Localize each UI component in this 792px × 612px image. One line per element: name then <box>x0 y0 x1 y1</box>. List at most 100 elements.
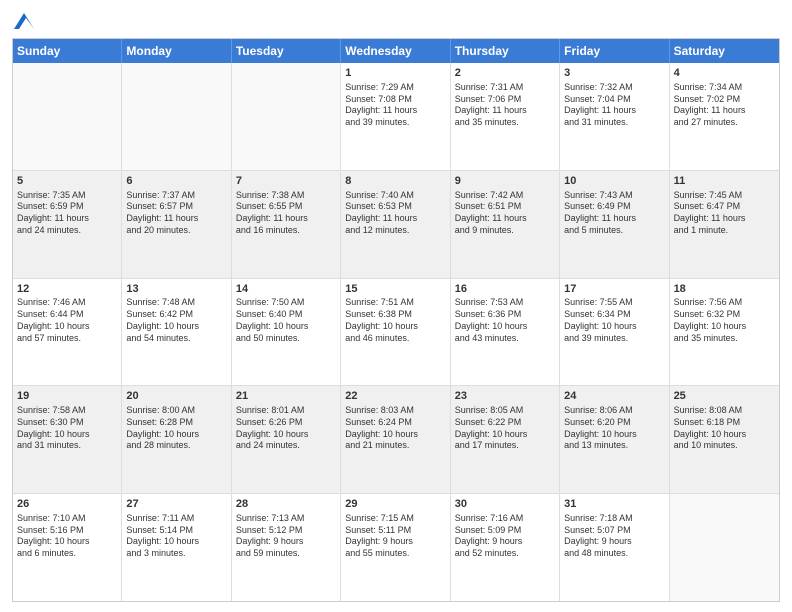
calendar-cell: 18Sunrise: 7:56 AM Sunset: 6:32 PM Dayli… <box>670 279 779 386</box>
cell-info: Sunrise: 7:53 AM Sunset: 6:36 PM Dayligh… <box>455 297 555 344</box>
cell-info: Sunrise: 7:42 AM Sunset: 6:51 PM Dayligh… <box>455 190 555 237</box>
calendar-cell: 2Sunrise: 7:31 AM Sunset: 7:06 PM Daylig… <box>451 63 560 170</box>
day-number: 20 <box>126 389 226 404</box>
calendar-row-2: 5Sunrise: 7:35 AM Sunset: 6:59 PM Daylig… <box>13 170 779 278</box>
day-number: 8 <box>345 174 445 189</box>
logo-icon <box>14 13 34 29</box>
day-number: 4 <box>674 66 775 81</box>
cell-info: Sunrise: 7:46 AM Sunset: 6:44 PM Dayligh… <box>17 297 117 344</box>
cell-info: Sunrise: 7:56 AM Sunset: 6:32 PM Dayligh… <box>674 297 775 344</box>
cell-info: Sunrise: 8:08 AM Sunset: 6:18 PM Dayligh… <box>674 405 775 452</box>
calendar-body: 1Sunrise: 7:29 AM Sunset: 7:08 PM Daylig… <box>13 63 779 601</box>
day-number: 15 <box>345 282 445 297</box>
calendar-cell: 28Sunrise: 7:13 AM Sunset: 5:12 PM Dayli… <box>232 494 341 601</box>
cell-info: Sunrise: 7:34 AM Sunset: 7:02 PM Dayligh… <box>674 82 775 129</box>
cell-info: Sunrise: 8:05 AM Sunset: 6:22 PM Dayligh… <box>455 405 555 452</box>
calendar-cell: 10Sunrise: 7:43 AM Sunset: 6:49 PM Dayli… <box>560 171 669 278</box>
day-number: 16 <box>455 282 555 297</box>
calendar-cell <box>232 63 341 170</box>
calendar-cell: 25Sunrise: 8:08 AM Sunset: 6:18 PM Dayli… <box>670 386 779 493</box>
calendar: SundayMondayTuesdayWednesdayThursdayFrid… <box>12 38 780 602</box>
cell-info: Sunrise: 8:00 AM Sunset: 6:28 PM Dayligh… <box>126 405 226 452</box>
calendar-cell: 14Sunrise: 7:50 AM Sunset: 6:40 PM Dayli… <box>232 279 341 386</box>
calendar-row-4: 19Sunrise: 7:58 AM Sunset: 6:30 PM Dayli… <box>13 385 779 493</box>
cell-info: Sunrise: 7:40 AM Sunset: 6:53 PM Dayligh… <box>345 190 445 237</box>
cell-info: Sunrise: 8:03 AM Sunset: 6:24 PM Dayligh… <box>345 405 445 452</box>
calendar-cell: 11Sunrise: 7:45 AM Sunset: 6:47 PM Dayli… <box>670 171 779 278</box>
calendar-cell: 6Sunrise: 7:37 AM Sunset: 6:57 PM Daylig… <box>122 171 231 278</box>
calendar-cell: 13Sunrise: 7:48 AM Sunset: 6:42 PM Dayli… <box>122 279 231 386</box>
cell-info: Sunrise: 7:58 AM Sunset: 6:30 PM Dayligh… <box>17 405 117 452</box>
day-number: 1 <box>345 66 445 81</box>
cell-info: Sunrise: 7:37 AM Sunset: 6:57 PM Dayligh… <box>126 190 226 237</box>
calendar-cell: 26Sunrise: 7:10 AM Sunset: 5:16 PM Dayli… <box>13 494 122 601</box>
weekday-header-wednesday: Wednesday <box>341 39 450 63</box>
calendar-cell: 8Sunrise: 7:40 AM Sunset: 6:53 PM Daylig… <box>341 171 450 278</box>
day-number: 28 <box>236 497 336 512</box>
calendar-cell: 30Sunrise: 7:16 AM Sunset: 5:09 PM Dayli… <box>451 494 560 601</box>
day-number: 23 <box>455 389 555 404</box>
cell-info: Sunrise: 7:32 AM Sunset: 7:04 PM Dayligh… <box>564 82 664 129</box>
day-number: 9 <box>455 174 555 189</box>
calendar-header: SundayMondayTuesdayWednesdayThursdayFrid… <box>13 39 779 63</box>
cell-info: Sunrise: 7:35 AM Sunset: 6:59 PM Dayligh… <box>17 190 117 237</box>
calendar-cell: 1Sunrise: 7:29 AM Sunset: 7:08 PM Daylig… <box>341 63 450 170</box>
day-number: 7 <box>236 174 336 189</box>
cell-info: Sunrise: 7:55 AM Sunset: 6:34 PM Dayligh… <box>564 297 664 344</box>
cell-info: Sunrise: 7:18 AM Sunset: 5:07 PM Dayligh… <box>564 513 664 560</box>
weekday-header-friday: Friday <box>560 39 669 63</box>
weekday-header-saturday: Saturday <box>670 39 779 63</box>
weekday-header-sunday: Sunday <box>13 39 122 63</box>
day-number: 18 <box>674 282 775 297</box>
cell-info: Sunrise: 7:29 AM Sunset: 7:08 PM Dayligh… <box>345 82 445 129</box>
calendar-row-5: 26Sunrise: 7:10 AM Sunset: 5:16 PM Dayli… <box>13 493 779 601</box>
calendar-cell: 23Sunrise: 8:05 AM Sunset: 6:22 PM Dayli… <box>451 386 560 493</box>
cell-info: Sunrise: 7:50 AM Sunset: 6:40 PM Dayligh… <box>236 297 336 344</box>
calendar-cell: 4Sunrise: 7:34 AM Sunset: 7:02 PM Daylig… <box>670 63 779 170</box>
calendar-cell: 5Sunrise: 7:35 AM Sunset: 6:59 PM Daylig… <box>13 171 122 278</box>
calendar-cell: 27Sunrise: 7:11 AM Sunset: 5:14 PM Dayli… <box>122 494 231 601</box>
day-number: 17 <box>564 282 664 297</box>
calendar-cell: 17Sunrise: 7:55 AM Sunset: 6:34 PM Dayli… <box>560 279 669 386</box>
day-number: 21 <box>236 389 336 404</box>
cell-info: Sunrise: 7:48 AM Sunset: 6:42 PM Dayligh… <box>126 297 226 344</box>
calendar-cell: 22Sunrise: 8:03 AM Sunset: 6:24 PM Dayli… <box>341 386 450 493</box>
day-number: 3 <box>564 66 664 81</box>
cell-info: Sunrise: 7:51 AM Sunset: 6:38 PM Dayligh… <box>345 297 445 344</box>
calendar-cell: 24Sunrise: 8:06 AM Sunset: 6:20 PM Dayli… <box>560 386 669 493</box>
calendar-cell <box>122 63 231 170</box>
day-number: 5 <box>17 174 117 189</box>
day-number: 29 <box>345 497 445 512</box>
cell-info: Sunrise: 7:31 AM Sunset: 7:06 PM Dayligh… <box>455 82 555 129</box>
day-number: 24 <box>564 389 664 404</box>
calendar-cell <box>13 63 122 170</box>
calendar-cell: 20Sunrise: 8:00 AM Sunset: 6:28 PM Dayli… <box>122 386 231 493</box>
calendar-cell: 3Sunrise: 7:32 AM Sunset: 7:04 PM Daylig… <box>560 63 669 170</box>
day-number: 13 <box>126 282 226 297</box>
day-number: 11 <box>674 174 775 189</box>
calendar-cell <box>670 494 779 601</box>
day-number: 14 <box>236 282 336 297</box>
day-number: 22 <box>345 389 445 404</box>
calendar-cell: 21Sunrise: 8:01 AM Sunset: 6:26 PM Dayli… <box>232 386 341 493</box>
cell-info: Sunrise: 7:13 AM Sunset: 5:12 PM Dayligh… <box>236 513 336 560</box>
calendar-cell: 9Sunrise: 7:42 AM Sunset: 6:51 PM Daylig… <box>451 171 560 278</box>
day-number: 30 <box>455 497 555 512</box>
weekday-header-thursday: Thursday <box>451 39 560 63</box>
cell-info: Sunrise: 8:06 AM Sunset: 6:20 PM Dayligh… <box>564 405 664 452</box>
calendar-cell: 19Sunrise: 7:58 AM Sunset: 6:30 PM Dayli… <box>13 386 122 493</box>
calendar-cell: 12Sunrise: 7:46 AM Sunset: 6:44 PM Dayli… <box>13 279 122 386</box>
day-number: 19 <box>17 389 117 404</box>
weekday-header-monday: Monday <box>122 39 231 63</box>
day-number: 10 <box>564 174 664 189</box>
calendar-row-1: 1Sunrise: 7:29 AM Sunset: 7:08 PM Daylig… <box>13 63 779 170</box>
cell-info: Sunrise: 7:43 AM Sunset: 6:49 PM Dayligh… <box>564 190 664 237</box>
day-number: 25 <box>674 389 775 404</box>
cell-info: Sunrise: 7:45 AM Sunset: 6:47 PM Dayligh… <box>674 190 775 237</box>
day-number: 31 <box>564 497 664 512</box>
day-number: 12 <box>17 282 117 297</box>
calendar-cell: 29Sunrise: 7:15 AM Sunset: 5:11 PM Dayli… <box>341 494 450 601</box>
cell-info: Sunrise: 7:16 AM Sunset: 5:09 PM Dayligh… <box>455 513 555 560</box>
day-number: 26 <box>17 497 117 512</box>
page-header <box>12 10 780 30</box>
